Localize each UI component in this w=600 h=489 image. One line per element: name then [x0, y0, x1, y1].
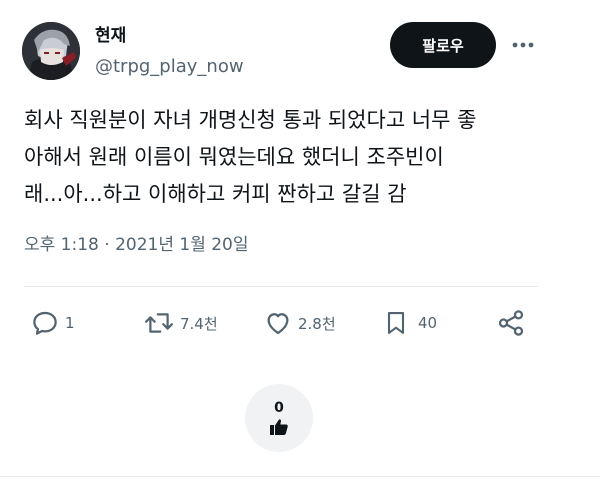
share-icon — [498, 310, 524, 336]
display-name[interactable]: 현재 — [95, 25, 126, 47]
reply-button[interactable]: 1 — [30, 307, 75, 339]
share-button[interactable] — [496, 307, 526, 339]
avatar[interactable] — [22, 22, 80, 80]
tweet-text: 회사 직원분이 자녀 개명신청 통과 되었다고 너무 좋 아해서 원래 이름이 … — [24, 102, 544, 213]
bookmark-button[interactable]: 40 — [382, 307, 437, 339]
bookmark-count: 40 — [418, 314, 438, 332]
bottom-divider — [0, 476, 600, 477]
more-horizontal-icon — [512, 42, 534, 48]
retweet-icon — [144, 313, 174, 333]
retweet-button[interactable]: 7.4천 — [143, 307, 218, 339]
retweet-count: 7.4천 — [180, 314, 218, 333]
reaction-button[interactable]: 0 — [245, 384, 313, 452]
user-handle[interactable]: @trpg_play_now — [95, 56, 244, 78]
divider — [24, 286, 538, 287]
tweet-text-line: 회사 직원분이 자녀 개명신청 통과 되었다고 너무 좋 — [24, 108, 477, 132]
reply-count: 1 — [65, 314, 75, 332]
thumbs-up-icon — [270, 419, 288, 435]
reply-icon — [33, 311, 57, 335]
bookmark-icon — [387, 312, 405, 334]
more-options-button[interactable] — [508, 30, 538, 60]
like-count: 2.8천 — [298, 314, 336, 333]
reaction-count: 0 — [274, 400, 284, 416]
heart-icon — [267, 313, 289, 335]
anime-avatar-icon — [22, 22, 80, 80]
tweet-timestamp[interactable]: 오후 1:18 · 2021년 1월 20일 — [24, 233, 249, 257]
tweet-text-line: 아해서 원래 이름이 뭐였는데요 했더니 조주빈이 — [24, 145, 444, 169]
follow-button[interactable]: 팔로우 — [390, 22, 496, 68]
tweet-text-line: 래...아...하고 이해하고 커피 짠하고 갈길 감 — [24, 182, 407, 206]
like-button[interactable]: 2.8천 — [263, 307, 336, 339]
